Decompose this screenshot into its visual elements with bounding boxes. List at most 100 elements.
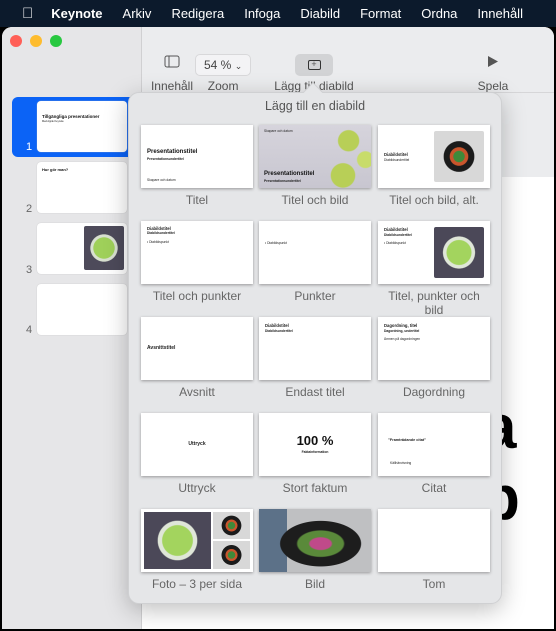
layout-thumbnail[interactable] xyxy=(141,509,253,572)
layout-label: Foto – 3 per sida xyxy=(151,577,243,591)
thumbnail-text: Presentationsundertitel xyxy=(147,157,184,161)
thumbnail-text: Diabildstitel xyxy=(384,227,408,232)
layout-title-photo[interactable]: Skapare och datum Presentationstitel Prese… xyxy=(259,125,371,207)
fullscreen-button[interactable] xyxy=(50,35,62,47)
layout-title-only[interactable]: Diabildstitel Diabildsundertitel Endast ti… xyxy=(259,317,371,399)
layout-statement[interactable]: Uttryck Uttryck xyxy=(141,413,253,495)
zoom-value: 54 % xyxy=(204,58,232,72)
thumbnail-text: Ämnen på dagordningen xyxy=(384,337,421,341)
layout-thumbnail[interactable]: Dagordning, titel Dagordning, undertitel Ä… xyxy=(378,317,490,380)
menu-innehall[interactable]: Innehåll xyxy=(477,6,523,21)
layout-label: Avsnitt xyxy=(179,385,215,399)
slide-thumbnail-4[interactable] xyxy=(37,284,127,335)
layout-label: Titel, punkter och bild xyxy=(388,289,480,317)
zoom-control[interactable]: 54 % ⌄ Zoom xyxy=(195,54,252,93)
minimize-button[interactable] xyxy=(30,35,42,47)
layout-label: Titel och bild xyxy=(281,193,349,207)
layout-label: Titel xyxy=(185,193,209,207)
layout-thumbnail[interactable]: Skapare och datum Presentationstitel Prese… xyxy=(259,125,371,188)
layout-thumbnail[interactable]: ”Framträdande citat” Källhänvisning xyxy=(378,413,490,476)
add-slide-button[interactable]: + Lägg till diabild xyxy=(274,54,354,93)
thumbnail-text: Dagordning, titel xyxy=(384,323,418,328)
layout-thumbnail[interactable]: Avsnittstitel xyxy=(141,317,253,380)
menu-infoga[interactable]: Infoga xyxy=(244,6,280,21)
photo-placeholder xyxy=(213,512,250,539)
layout-label: Endast titel xyxy=(285,385,345,399)
layout-thumbnail[interactable] xyxy=(378,509,490,572)
layout-label: Stort faktum xyxy=(282,481,348,495)
slide-title: Hur gör man? xyxy=(42,167,69,172)
photo-placeholder xyxy=(434,227,484,278)
play-label: Spela xyxy=(477,79,509,93)
layout-blank[interactable]: Tom xyxy=(378,509,490,591)
slide-number: 2 xyxy=(26,203,33,215)
menu-format[interactable]: Format xyxy=(360,6,401,21)
layout-agenda[interactable]: Dagordning, titel Dagordning, undertitel Ä… xyxy=(378,317,490,399)
thumbnail-text: Avsnittstitel xyxy=(147,345,176,351)
thumbnail-text: Diabildstitel xyxy=(265,323,289,328)
layout-thumbnail[interactable]: Diabildstitel Diabildsundertitel • Diabild… xyxy=(378,221,490,284)
zoom-label: Zoom xyxy=(207,79,239,93)
layout-title-bullets[interactable]: Diabildstitel Diabildsundertitel • Diabild… xyxy=(141,221,253,303)
slide-thumbnail-1[interactable]: Tillgängliga presentationer Med Apple Ke… xyxy=(37,101,127,152)
thumbnail-text: Skapare och datum xyxy=(147,178,176,182)
thumbnail-text: Diabildstitel xyxy=(384,152,408,157)
play-button[interactable]: Spela xyxy=(478,55,508,93)
thumbnail-text: Presentationstitel xyxy=(264,171,315,177)
add-slide-icon: + xyxy=(307,60,321,70)
layout-label: Citat xyxy=(421,481,447,495)
menu-bar:  Keynote Arkiv Redigera Infoga Diabild … xyxy=(0,0,556,27)
slide-thumbnail-3[interactable] xyxy=(37,223,127,274)
photo-placeholder xyxy=(259,509,371,572)
close-button[interactable] xyxy=(10,35,22,47)
photo-placeholder xyxy=(213,541,250,569)
chevron-down-icon: ⌄ xyxy=(234,61,243,71)
layout-section[interactable]: Avsnittstitel Avsnitt xyxy=(141,317,253,399)
layout-label: Dagordning xyxy=(402,385,466,399)
layout-label: Bild xyxy=(304,577,325,591)
thumbnail-text: Diabildsundertitel xyxy=(147,231,175,235)
layout-thumbnail[interactable]: Diabildstitel Diabildsundertitel • Diabild… xyxy=(141,221,253,284)
photo-placeholder xyxy=(434,131,484,182)
content-button[interactable]: Innehåll xyxy=(151,55,193,93)
slide-thumbnail-2[interactable]: Hur gör man? xyxy=(37,162,127,213)
thumbnail-text: Diabildsundertitel xyxy=(384,158,410,162)
thumbnail-text: Dagordning, undertitel xyxy=(384,329,420,333)
thumbnail-text: Diabildsundertitel xyxy=(384,233,412,237)
layout-bullets[interactable]: • Diabildspunkt Punkter xyxy=(259,221,371,303)
content-label: Innehåll xyxy=(150,79,194,93)
menu-redigera[interactable]: Redigera xyxy=(171,6,224,21)
slide-subtitle: Med Apple Keynote xyxy=(42,120,64,123)
layout-thumbnail[interactable]: • Diabildspunkt xyxy=(259,221,371,284)
layout-quote[interactable]: ”Framträdande citat” Källhänvisning Citat xyxy=(378,413,490,495)
slide-number: 3 xyxy=(26,264,33,276)
popover-title: Lägg till en diabild xyxy=(264,99,366,113)
layout-fact[interactable]: 100 % Faktainformation Stort faktum xyxy=(259,413,371,495)
menu-arkiv[interactable]: Arkiv xyxy=(123,6,152,21)
layout-thumbnail[interactable]: Presentationstitel Presentationsundertite… xyxy=(141,125,253,188)
layout-photo-3[interactable]: Foto – 3 per sida xyxy=(141,509,253,591)
zoom-select[interactable]: 54 % ⌄ xyxy=(195,54,252,76)
layout-thumbnail[interactable]: Diabildstitel Diabildsundertitel xyxy=(378,125,490,188)
layout-label: Titel och punkter xyxy=(152,289,242,303)
layout-title-bullets-photo[interactable]: Diabildstitel Diabildsundertitel • Diabild… xyxy=(378,221,490,317)
menu-ordna[interactable]: Ordna xyxy=(421,6,457,21)
layout-title-photo-alt[interactable]: Diabildstitel Diabildsundertitel Titel och… xyxy=(378,125,490,207)
salad-photo xyxy=(84,226,124,270)
menu-diabild[interactable]: Diabild xyxy=(300,6,340,21)
thumbnail-text: Uttryck xyxy=(188,441,206,447)
layout-label: Tom xyxy=(422,577,446,591)
layout-label: Titel och bild, alt. xyxy=(389,193,479,207)
layout-photo[interactable]: Bild xyxy=(259,509,371,591)
layout-thumbnail[interactable]: Uttryck xyxy=(141,413,253,476)
apple-menu-icon[interactable]:  xyxy=(22,5,33,22)
layout-thumbnail[interactable]: Diabildstitel Diabildsundertitel xyxy=(259,317,371,380)
thumbnail-text: Källhänvisning xyxy=(390,461,412,465)
menu-keynote[interactable]: Keynote xyxy=(51,6,102,21)
slide-number: 4 xyxy=(26,324,33,336)
layout-thumbnail[interactable] xyxy=(259,509,371,572)
toolbar: Innehåll 54 % ⌄ Zoom + Lägg till diabild… xyxy=(142,27,554,93)
slide-title: Tillgängliga presentationer xyxy=(42,114,100,119)
layout-title[interactable]: Presentationstitel Presentationsundertite… xyxy=(141,125,253,207)
layout-thumbnail[interactable]: 100 % Faktainformation xyxy=(259,413,371,476)
